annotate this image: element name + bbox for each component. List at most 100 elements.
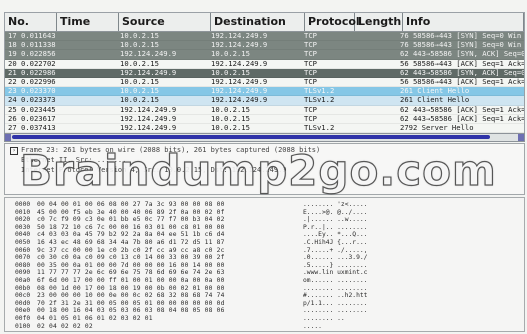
packet-row[interactable]: 23 0.023370 10.0.2.15 192.124.249.9 TLSv1.2… [5,87,524,97]
packet-row[interactable]: 19 0.022856 192.124.249.9 10.0.2.15 TCP 62 4… [5,50,524,60]
ascii-bytes: .7.....+ ./....., [303,246,368,254]
hex-bytes: 50 18 72 10 c6 7c 00 00 16 03 01 00 c8 0… [37,223,225,231]
offset: 00f0 [15,315,31,322]
offset: 0010 [15,208,31,216]
bytes-line[interactable]: 0100 02 04 02 02 02..... [15,323,453,331]
cell-info: 62 443→58586 [SYN, ACK] Seq=0 [400,50,524,59]
hex-bytes: 70 2f 31 2e 31 00 05 00 05 01 00 00 00 0… [37,299,225,307]
bytes-line[interactable]: 00b0 08 00 1d 00 17 00 18 00 19 00 0b 00 … [15,285,453,293]
hex-bytes: 00 04 00 01 00 06 08 00 27 7a 3c 93 00 0… [37,201,225,208]
cell-length [350,115,397,123]
cell-time [56,50,117,58]
cell-protocol: TLSv1.2 [304,96,335,105]
col-source[interactable]: Source [119,13,211,31]
packet-row[interactable]: 25 0.023445 192.124.249.9 10.0.2.15 TCP 62 4… [5,105,524,115]
packet-row[interactable]: 27 0.037413 192.124.249.9 10.0.2.15 TLSv1.2… [5,123,524,134]
packet-row[interactable]: 18 0.011338 10.0.2.15 192.124.249.9 TCP 76 5… [5,41,524,51]
col-no[interactable]: No. [5,13,57,31]
bytes-line[interactable]: 00a0 6f 6d 00 17 00 00 ff 01 00 01 00 00 … [15,277,453,285]
cell-time [56,69,117,77]
cell-length [350,87,397,95]
cell-source: 10.0.2.15 [120,59,159,68]
bytes-line[interactable]: 0010 45 00 00 f5 eb 3e 40 00 40 06 89 2f … [15,209,453,217]
scroll-right-icon[interactable] [518,134,524,141]
cell-source: 10.0.2.15 [120,77,159,86]
expand-icon[interactable]: › [10,147,18,155]
packet-row[interactable]: 21 0.022986 192.124.249.9 10.0.2.15 TCP 62 4… [5,68,524,78]
cell-source: 10.0.2.15 [120,87,159,96]
cell-length [350,69,397,77]
packet-row[interactable]: 22 0.022996 10.0.2.15 192.124.249.9 TCP 56 5… [5,77,524,88]
bytes-line[interactable]: 0000 00 04 00 01 00 06 08 00 27 7a 3c 93 … [15,201,453,209]
packet-list-pane[interactable]: No. Time Source Destination Protocol Len… [4,12,525,143]
bytes-line[interactable]: 00c0 23 00 00 00 10 00 0e 00 0c 02 68 32 … [15,292,453,300]
cell-protocol: TCP [304,114,317,123]
hex-bytes: 9c 37 cc 00 00 1e c0 2b c0 2f cc a9 cc a… [37,246,225,254]
cell-source: 192.124.249.9 [120,114,177,123]
cell-time [56,124,117,132]
ascii-bytes: .5.....} ........ [303,261,368,269]
bytes-line[interactable]: 00f0 04 01 05 01 06 01 02 03 02 01.......… [15,315,453,323]
cell-no: 23 0.023370 [8,87,56,96]
cell-no: 26 0.023617 [8,114,56,123]
ascii-bytes: .www.lin uxmint.c [303,269,368,277]
wireshark-window: No. Time Source Destination Protocol Len… [0,0,527,334]
bytes-line[interactable]: 0080 00 35 00 0a 01 00 00 7d 00 00 00 16 … [15,262,453,270]
cell-protocol: TLSv1.2 [304,123,335,132]
cell-protocol: TLSv1.2 [304,87,335,96]
scroll-thumb[interactable] [12,135,490,139]
cell-protocol: TCP [304,105,317,114]
col-destination[interactable]: Destination [211,13,305,31]
packet-row[interactable]: 20 0.022702 10.0.2.15 192.124.249.9 TCP 56 5… [5,59,524,69]
bytes-line[interactable]: 0070 c0 30 c0 0a c0 09 c0 13 c0 14 00 33 … [15,254,453,262]
col-time[interactable]: Time [57,13,119,31]
ascii-bytes: om...... ........ [303,277,368,284]
offset: 00c0 [15,292,31,300]
bytes-line[interactable]: 00e0 00 18 00 16 04 03 05 03 06 03 08 04 … [15,307,453,315]
ascii-bytes: ....Ey.. *...Q... [303,231,368,239]
offset: 0090 [15,269,31,277]
cell-source: 192.124.249.9 [120,123,177,132]
bytes-line[interactable]: 0040 c4 03 03 0a 45 79 b2 92 2a 8a 04 ee … [15,231,453,239]
cell-protocol: TCP [304,41,317,50]
packet-row[interactable]: 24 0.023373 10.0.2.15 192.124.249.9 TLSv1.2… [5,96,524,106]
hex-bytes: c4 03 03 0a 45 79 b2 92 2a 8a 04 ee 51 1… [37,231,225,239]
hex-bytes: 08 00 1d 00 17 00 18 00 19 00 0b 00 02 0… [37,284,225,292]
cell-length [350,106,397,114]
bytes-line[interactable]: 0050 16 43 ec 48 69 68 34 4a 7b 80 a6 d1 … [15,239,453,247]
hex-bytes: 6f 6d 00 17 00 00 ff 01 00 01 00 00 0a 0… [37,277,225,284]
col-protocol[interactable]: Protocol [305,13,360,31]
cell-protocol: TCP [304,77,317,86]
cell-protocol: TCP [304,50,317,59]
bytes-line[interactable]: 0060 9c 37 cc 00 00 1e c0 2b c0 2f cc a9 … [15,247,453,255]
col-length[interactable]: Length [355,13,403,31]
watermark: Braindump2go.com [19,145,497,195]
cell-no: 24 0.023373 [8,96,56,105]
offset: 00e0 [15,307,31,315]
cell-destination: 192.124.249.9 [211,32,268,40]
col-info[interactable]: Info [403,13,524,31]
offset: 0070 [15,254,31,262]
cell-info: 62 443→58586 [ACK] Seq=1 Ack= [400,105,524,114]
bytes-line[interactable]: 0090 11 77 77 77 2e 6c 69 6e 75 78 6d 69 … [15,269,453,277]
scroll-left-icon[interactable] [5,134,11,141]
cell-protocol: TCP [304,32,317,40]
offset: 0080 [15,261,31,269]
packet-row[interactable]: 17 0.011643 10.0.2.15 192.124.249.9 TCP 76 5… [5,32,524,42]
bytes-line[interactable]: 0020 c0 7c f9 09 c3 0e 01 bb e5 0c 77 f7 … [15,216,453,224]
cell-no: 20 0.022702 [8,59,56,68]
packet-bytes-pane[interactable]: 0000 00 04 00 01 00 06 08 00 27 7a 3c 93 … [4,197,525,332]
cell-length [350,32,397,40]
ascii-bytes: ........ 'z<..... [303,201,368,208]
hex-bytes: 04 01 05 01 06 01 02 03 02 01 [37,315,153,322]
hex-bytes: 16 43 ec 48 69 68 34 4a 7b 80 a6 d1 72 d… [37,239,225,246]
packet-list-header: No. Time Source Destination Protocol Len… [5,13,524,32]
cell-no: 18 0.011338 [8,41,56,50]
bytes-line[interactable]: 0030 50 18 72 10 c6 7c 00 00 16 03 01 00 … [15,224,453,232]
cell-time [56,106,117,114]
cell-info: 261 Client Hello [400,87,470,96]
horizontal-scrollbar[interactable] [4,133,525,142]
hex-bytes: c0 30 c0 0a c0 09 c0 13 c0 14 00 33 00 3… [37,254,225,262]
packet-row[interactable]: 26 0.023617 192.124.249.9 10.0.2.15 TCP 62 4… [5,114,524,124]
bytes-line[interactable]: 00d0 70 2f 31 2e 31 00 05 00 05 01 00 00 … [15,300,453,308]
